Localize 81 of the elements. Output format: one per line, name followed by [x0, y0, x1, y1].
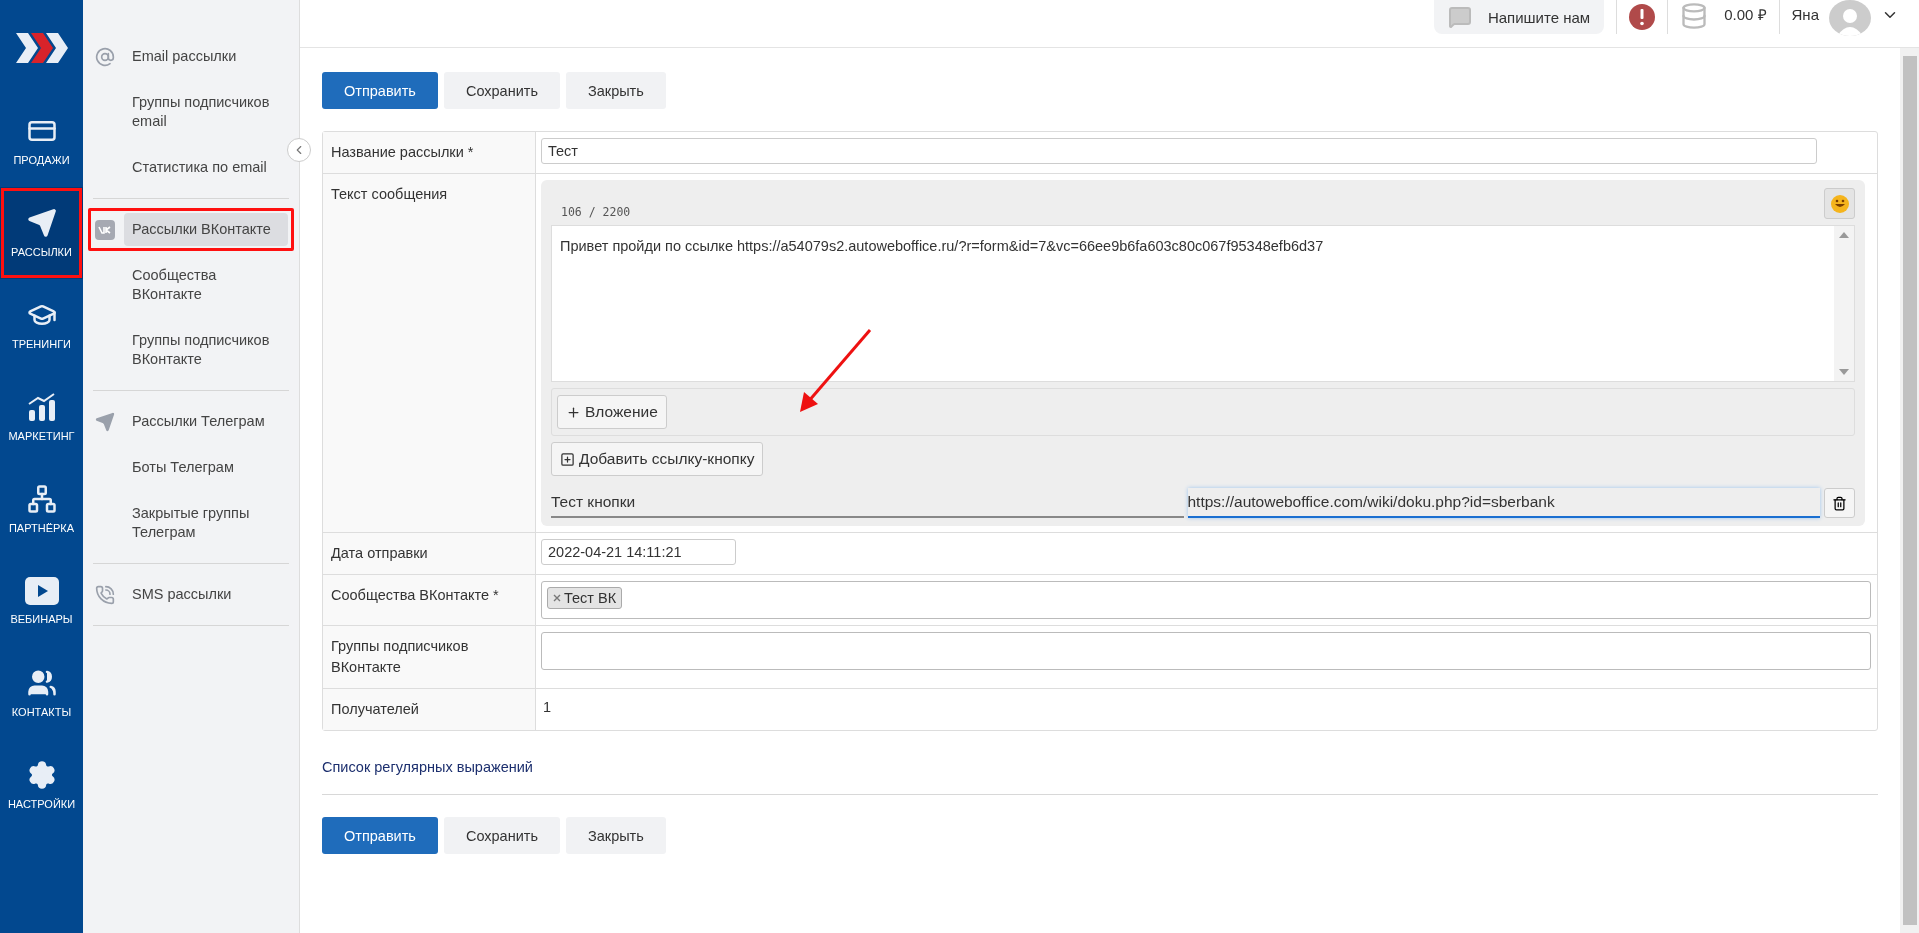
alert-icon[interactable]: [1629, 4, 1656, 30]
balance-text: 0.00 ₽: [1724, 5, 1767, 25]
message-text-area[interactable]: Привет пройди по ссылке https://a54079s2.autoweboffice.ru/?r=form&id=7&vc=66ee9b6fa603c80c067f95348efb6d37: [551, 225, 1855, 382]
field-label: Получателей: [323, 689, 536, 730]
scroll-down-icon[interactable]: [1839, 369, 1849, 375]
smiley-icon: [1829, 193, 1850, 214]
plus-icon: [566, 404, 581, 420]
submenu-item[interactable]: Боты Телеграм: [124, 451, 288, 484]
remove-icon[interactable]: [553, 594, 561, 602]
users-icon: [26, 668, 57, 698]
coins-icon: [1680, 2, 1709, 30]
emoji-button[interactable]: [1824, 188, 1855, 219]
nav-label: ПРОДАЖИ: [13, 154, 70, 166]
nav-item[interactable]: ТРЕНИНГИ: [0, 279, 83, 371]
action-button[interactable]: Закрыть: [565, 817, 666, 854]
submenu-item[interactable]: Статистика по email: [124, 151, 288, 184]
trash-icon: [1832, 495, 1847, 511]
logo-icon: [95, 219, 115, 240]
action-button[interactable]: Закрыть: [565, 72, 666, 109]
paper-plane-icon: [26, 208, 57, 238]
action-button[interactable]: Сохранить: [443, 817, 560, 854]
submenu-item[interactable]: Сообщества ВКонтакте: [124, 259, 288, 311]
add-icon: [560, 451, 575, 467]
button-url-input[interactable]: https://autoweboffice.com/wiki/doku.php?id=sberbank: [1187, 488, 1820, 518]
recipients-count: 1: [542, 698, 553, 717]
tag-chip[interactable]: Тест ВК: [547, 587, 623, 609]
name-input[interactable]: Тест: [541, 138, 1817, 164]
action-button[interactable]: Сохранить: [443, 72, 560, 109]
nav-item[interactable]: КОНТАКТЫ: [0, 647, 83, 739]
submenu-item[interactable]: Закрытые группы Телеграм: [124, 497, 288, 549]
logo-icon: [15, 32, 68, 63]
submenu-item[interactable]: Рассылки Телеграм: [124, 405, 288, 438]
phone-icon: [95, 584, 115, 605]
nav-item[interactable]: ВЕБИНАРЫ: [0, 555, 83, 647]
char-counter: 106 / 2200: [560, 204, 631, 219]
nav-label: НАСТРОЙКИ: [7, 798, 76, 810]
avatar-silhouette[interactable]: [1829, 0, 1871, 36]
field-label: Группы подписчиков ВКонтакте: [323, 626, 536, 688]
user-name[interactable]: Яна: [1791, 0, 1819, 30]
scrollbar[interactable]: [1900, 48, 1919, 933]
paper-plane-icon: [95, 411, 115, 432]
regex-list-link[interactable]: Список регулярных выражений: [322, 759, 533, 775]
play-icon: [24, 577, 59, 605]
attachment-button[interactable]: Вложение: [557, 395, 667, 429]
at-sign-icon: [95, 46, 115, 67]
date-input[interactable]: 2022-04-21 14:11:21: [541, 539, 736, 565]
nav-item[interactable]: НАСТРОЙКИ: [0, 739, 83, 831]
send-button[interactable]: Отправить: [322, 817, 438, 854]
nav-label: ТРЕНИНГИ: [11, 338, 72, 350]
contact-button[interactable]: Напишите нам: [1433, 0, 1605, 34]
submenu-item[interactable]: SMS рассылки: [124, 578, 288, 611]
submenu-item[interactable]: Рассылки ВКонтакте: [124, 213, 288, 246]
tag-select-field[interactable]: Тест ВК: [541, 581, 1871, 619]
nav-label: РАССЫЛКИ: [11, 246, 72, 258]
network-icon: [26, 484, 57, 514]
field-label: Название рассылки *: [323, 132, 536, 173]
nav-label: МАРКЕТИНГ: [8, 430, 75, 442]
chat-icon: [1447, 5, 1472, 29]
tag-select-field[interactable]: [541, 632, 1871, 670]
bar-chart-icon: [26, 392, 57, 422]
nav-label: КОНТАКТЫ: [11, 706, 72, 718]
send-button[interactable]: Отправить: [322, 72, 438, 109]
submenu-item[interactable]: Email рассылки: [124, 40, 288, 73]
collapse-button[interactable]: [287, 138, 311, 162]
nav-item[interactable]: ПАРТНЁРКА: [0, 463, 83, 555]
submenu-item[interactable]: Группы подписчиков ВКонтакте: [124, 324, 288, 376]
field-label: Текст сообщения: [323, 174, 536, 532]
add-link-button[interactable]: Добавить ссылку-кнопку: [551, 442, 764, 476]
nav-item[interactable]: РАССЫЛКИ: [0, 187, 83, 279]
nav-label: ПАРТНЁРКА: [8, 522, 75, 534]
settings-icon: [26, 760, 57, 790]
submenu-item[interactable]: Группы подписчиков email: [124, 86, 288, 138]
delete-button[interactable]: [1824, 488, 1855, 518]
nav-item[interactable]: ПРОДАЖИ: [0, 95, 83, 187]
field-label: Дата отправки: [323, 533, 536, 574]
tag-label: Тест ВК: [564, 590, 617, 606]
nav-label: ВЕБИНАРЫ: [10, 613, 73, 625]
field-label: Сообщества ВКонтакте *: [323, 575, 536, 625]
scroll-up-icon[interactable]: [1839, 232, 1849, 238]
nav-item[interactable]: МАРКЕТИНГ: [0, 371, 83, 463]
message-text: Привет пройди по ссылке https://a54079s2.autoweboffice.ru/?r=form&id=7&vc=66ee9b6fa603c80c067f95348efb6d37: [560, 238, 1325, 254]
